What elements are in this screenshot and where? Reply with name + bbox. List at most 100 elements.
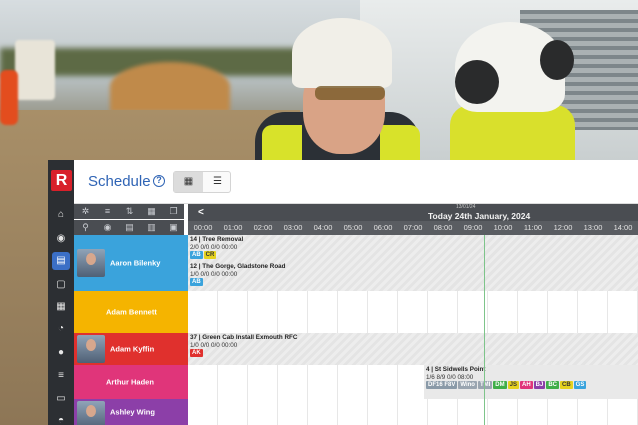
hour-label: 08:00 [433, 223, 453, 232]
tag: DM [493, 381, 507, 389]
avatar [77, 335, 105, 363]
avatar [77, 249, 105, 277]
hour-label: 02:00 [253, 223, 273, 232]
person-name: Ashley Wing [110, 407, 155, 417]
schedule-app-window: R ⌂ ◉ ▤ ▢ ▦ ◔ ● ≡ ▭ ◓ Schedule ? ▦ ☰ ✲ ≡… [48, 160, 638, 425]
print-icon[interactable]: ▣ [168, 222, 179, 233]
current-time-indicator [484, 235, 485, 425]
person-name: Aaron Bilenky [110, 258, 161, 268]
table-row: Arthur Haden 4 | St Sidwells Point 1/6 8… [74, 365, 638, 399]
tag: AK [190, 349, 203, 357]
hour-label: 11:00 [523, 223, 543, 232]
hour-label: 13:00 [583, 223, 603, 232]
tag: AH [519, 381, 533, 389]
person-cell[interactable]: Arthur Haden [74, 365, 188, 399]
sidebar: R ⌂ ◉ ▤ ▢ ▦ ◔ ● ≡ ▭ ◓ [48, 160, 74, 425]
job-title: 14 | Tree Removal [190, 236, 244, 243]
person-cell[interactable]: Adam Kyffin [74, 333, 188, 365]
clipboard-icon[interactable]: ▦ [52, 298, 70, 316]
job-tags: AB [190, 278, 286, 286]
person-cell[interactable]: Aaron Bilenky [74, 235, 188, 291]
main-panel: Schedule ? ▦ ☰ ✲ ≡ ⇅ ▦ ❐ ⚲ ◉ ▤ ▥ ▣ < 13/… [74, 160, 638, 425]
list-icon[interactable]: ≡ [52, 367, 70, 385]
tag: Wino [458, 381, 477, 389]
tag: BC [546, 381, 559, 389]
hour-scale: 00:00 01:00 02:00 03:00 04:00 05:00 06:0… [188, 221, 638, 235]
job-meta: 1/0 0/0 0/0 00:00 [190, 271, 238, 278]
timeline-cells[interactable] [188, 399, 638, 425]
schedule-rows: Aaron Bilenky 14 | Tree Removal 2/0 0/0 … [74, 235, 638, 425]
hour-label: 10:00 [493, 223, 513, 232]
job-card[interactable]: 12 | The Gorge, Gladstone Road 1/0 0/0 0… [190, 263, 286, 286]
table-row: Ashley Wing [74, 399, 638, 425]
copy-icon[interactable]: ❐ [168, 206, 179, 217]
help-icon[interactable]: ? [153, 175, 165, 187]
search-icon[interactable]: ⚲ [80, 222, 91, 233]
hour-label: 03:00 [283, 223, 303, 232]
table-row: Aaron Bilenky 14 | Tree Removal 2/0 0/0 … [74, 235, 638, 291]
job-meta: 1/0 0/0 0/0 00:00 [190, 342, 238, 349]
person-cell[interactable]: Adam Bennett [74, 291, 188, 333]
timeline-cells[interactable] [188, 291, 638, 333]
user-icon[interactable]: ◓ [52, 412, 70, 425]
export-icon[interactable]: ▥ [146, 222, 157, 233]
timeline-header: < 13/01/24 Today 24th January, 2024 00:0… [188, 204, 638, 235]
avatar [77, 401, 105, 425]
view-toggle: ▦ ☰ [173, 171, 231, 193]
job-title: 12 | The Gorge, Gladstone Road [190, 263, 286, 270]
hour-label: 12:00 [553, 223, 573, 232]
job-tags: AK [190, 349, 297, 357]
tag: AB [190, 278, 203, 286]
sort-icon[interactable]: ⇅ [124, 206, 135, 217]
person-cell[interactable]: Ashley Wing [74, 399, 188, 425]
chart-icon[interactable]: ◔ [52, 320, 70, 338]
person-name: Adam Kyffin [110, 344, 155, 354]
list-view-icon[interactable]: ☰ [203, 172, 232, 192]
toolbar-row-1: ✲ ≡ ⇅ ▦ ❐ [74, 204, 184, 219]
hour-label: 05:00 [343, 223, 363, 232]
hour-label: 00:00 [193, 223, 213, 232]
tag: DF16 F8V [426, 381, 458, 389]
location-icon[interactable]: ● [52, 344, 70, 362]
tag: AB [190, 251, 203, 259]
hour-label: 14:00 [613, 223, 633, 232]
schedule-icon[interactable]: ▤ [52, 252, 70, 270]
hour-label: 07:00 [403, 223, 423, 232]
job-tags: AB CR [190, 251, 243, 259]
page-title: Schedule [88, 173, 151, 190]
job-card[interactable]: 37 | Green Cab Install Exmouth RFC 1/0 0… [190, 334, 297, 357]
calendar-icon[interactable]: ▦ [146, 206, 157, 217]
job-meta: 1/6 8/9 0/0 08:00 [426, 374, 474, 381]
job-tags: DF16 F8V Wino TMI DM JS AH BJ BC CB GS [426, 381, 636, 389]
tag: TMI [477, 381, 493, 389]
people-icon[interactable]: ◉ [52, 230, 70, 248]
home-icon[interactable]: ⌂ [52, 206, 70, 224]
file-icon[interactable]: ▭ [52, 390, 70, 408]
tag: JS [507, 381, 519, 389]
hour-label: 04:00 [313, 223, 333, 232]
current-date: Today 24th January, 2024 [428, 211, 531, 221]
toolbar-row-2: ⚲ ◉ ▤ ▥ ▣ [74, 220, 184, 235]
settings-icon[interactable]: ✲ [80, 206, 91, 217]
eye-icon[interactable]: ◉ [102, 222, 113, 233]
job-title: 4 | St Sidwells Point [426, 366, 486, 373]
filter-icon[interactable]: ≡ [102, 206, 113, 217]
job-card[interactable]: 4 | St Sidwells Point 1/6 8/9 0/0 08:00 … [424, 365, 638, 399]
hour-label: 09:00 [463, 223, 483, 232]
tag: BJ [533, 381, 546, 389]
job-meta: 2/0 0/0 0/0 00:00 [190, 244, 238, 251]
table-row: Adam Kyffin 37 | Green Cab Install Exmou… [74, 333, 638, 365]
app-logo[interactable]: R [51, 170, 72, 191]
calendar-view-icon[interactable]: ▦ [174, 172, 203, 192]
tag: GS [573, 381, 587, 389]
document-icon[interactable]: ▢ [52, 276, 70, 294]
job-card[interactable]: 14 | Tree Removal 2/0 0/0 0/0 00:00 AB CR [190, 236, 243, 259]
previous-day-button[interactable]: < [198, 207, 204, 218]
person-name: Arthur Haden [106, 377, 154, 387]
grid-icon[interactable]: ▤ [124, 222, 135, 233]
tag: CR [203, 251, 217, 259]
date-small: 13/01/24 [456, 204, 476, 210]
person-name: Adam Bennett [106, 307, 157, 317]
hour-label: 06:00 [373, 223, 393, 232]
hour-label: 01:00 [223, 223, 243, 232]
